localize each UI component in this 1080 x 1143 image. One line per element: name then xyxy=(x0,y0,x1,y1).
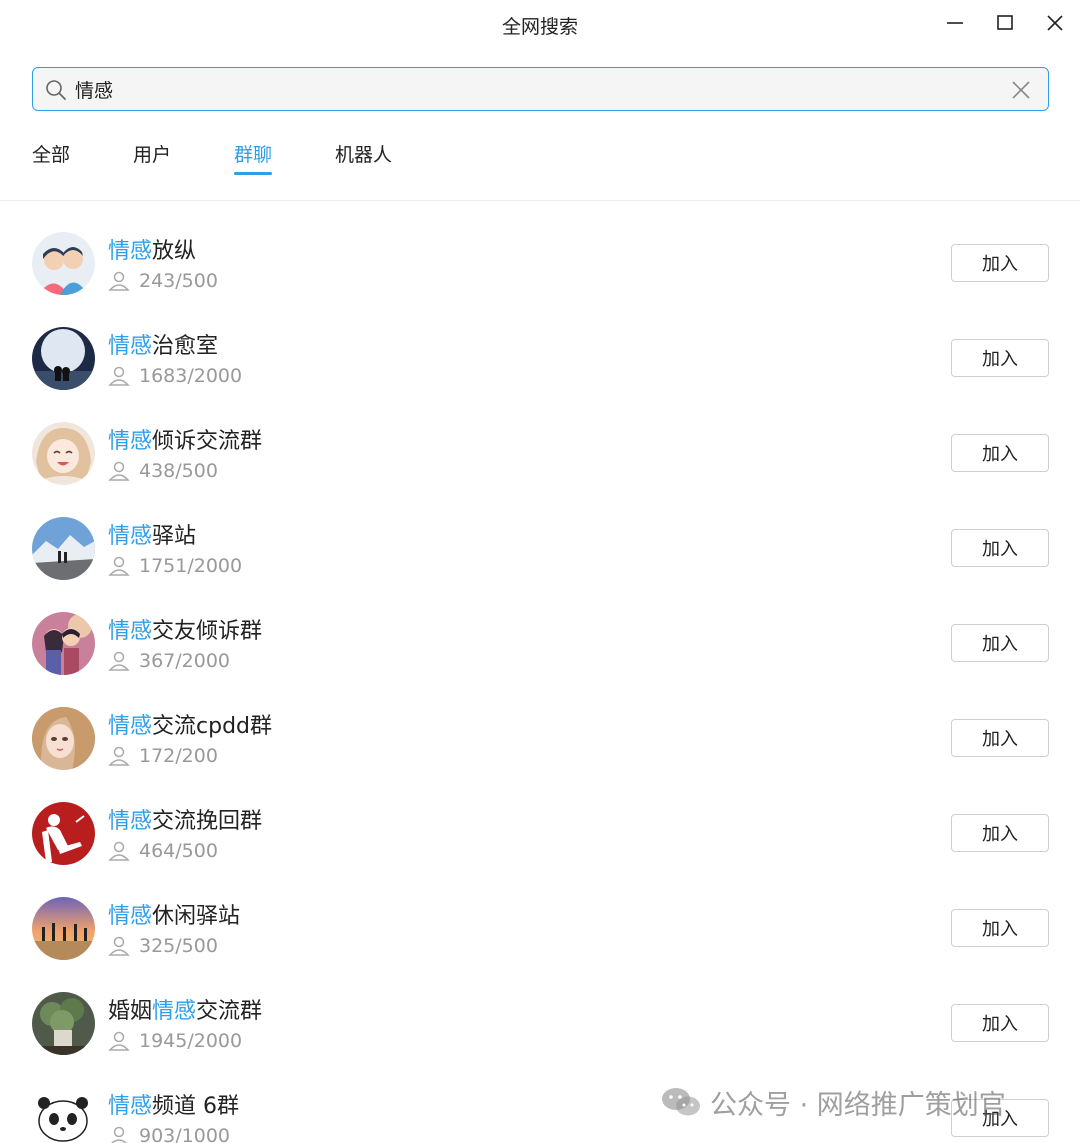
search-box xyxy=(32,67,1049,111)
list-item[interactable]: 情感交流cpdd群 172/200 加入 xyxy=(0,694,1080,789)
group-name: 情感放纵 xyxy=(108,239,197,264)
person-icon xyxy=(108,271,130,291)
member-count: 438/500 xyxy=(108,459,218,483)
member-count: 1751/2000 xyxy=(108,554,242,578)
tab-users[interactable]: 用户 xyxy=(133,140,171,167)
search-input[interactable] xyxy=(75,74,1005,104)
group-name: 情感频道 6群 xyxy=(108,1094,240,1119)
group-name: 情感交友倾诉群 xyxy=(108,619,263,644)
group-avatar xyxy=(32,1087,95,1143)
list-item[interactable]: 情感交流挽回群 464/500 加入 xyxy=(0,789,1080,884)
group-name: 情感驿站 xyxy=(108,524,197,549)
join-button[interactable]: 加入 xyxy=(951,624,1049,662)
minimize-button[interactable] xyxy=(938,8,972,38)
member-count: 1683/2000 xyxy=(108,364,242,388)
person-icon xyxy=(108,841,130,861)
list-item[interactable]: 情感倾诉交流群 438/500 加入 xyxy=(0,409,1080,504)
join-button[interactable]: 加入 xyxy=(951,244,1049,282)
group-name: 婚姻情感交流群 xyxy=(108,999,263,1024)
divider xyxy=(0,200,1080,201)
person-icon xyxy=(108,1031,130,1051)
search-icon xyxy=(46,80,66,100)
group-name: 情感交流cpdd群 xyxy=(108,714,273,739)
group-avatar xyxy=(32,897,95,960)
list-item[interactable]: 情感驿站 1751/2000 加入 xyxy=(0,504,1080,599)
group-avatar xyxy=(32,802,95,865)
group-avatar xyxy=(32,327,95,390)
group-name: 情感治愈室 xyxy=(108,334,219,359)
group-avatar xyxy=(32,992,95,1055)
wechat-icon xyxy=(662,1088,700,1116)
minimize-icon xyxy=(947,22,963,24)
list-item[interactable]: 情感交友倾诉群 367/2000 加入 xyxy=(0,599,1080,694)
member-count: 243/500 xyxy=(108,269,218,293)
active-tab-indicator xyxy=(234,172,272,175)
clear-icon[interactable] xyxy=(1010,79,1032,101)
join-button[interactable]: 加入 xyxy=(951,339,1049,377)
maximize-button[interactable] xyxy=(988,8,1022,38)
member-count: 903/1000 xyxy=(108,1124,230,1143)
group-avatar xyxy=(32,422,95,485)
join-button[interactable]: 加入 xyxy=(951,529,1049,567)
group-avatar xyxy=(32,612,95,675)
close-button[interactable] xyxy=(1038,8,1072,38)
join-button[interactable]: 加入 xyxy=(951,719,1049,757)
join-button[interactable]: 加入 xyxy=(951,814,1049,852)
member-count: 367/2000 xyxy=(108,649,230,673)
person-icon xyxy=(108,936,130,956)
group-name: 情感交流挽回群 xyxy=(108,809,263,834)
member-count: 325/500 xyxy=(108,934,218,958)
tab-bots[interactable]: 机器人 xyxy=(335,140,392,167)
list-item[interactable]: 婚姻情感交流群 1945/2000 加入 xyxy=(0,979,1080,1074)
group-name: 情感倾诉交流群 xyxy=(108,429,263,454)
member-count: 1945/2000 xyxy=(108,1029,242,1053)
group-avatar xyxy=(32,517,95,580)
window-title: 全网搜索 xyxy=(501,16,578,38)
tab-all[interactable]: 全部 xyxy=(32,140,70,167)
group-name: 情感休闲驿站 xyxy=(108,904,241,929)
join-button[interactable]: 加入 xyxy=(951,1004,1049,1042)
watermark: 公众号 · 网络推广策划官 xyxy=(660,1082,1006,1122)
person-icon xyxy=(110,1126,128,1143)
person-icon xyxy=(108,461,130,481)
member-count: 172/200 xyxy=(108,744,218,768)
close-icon xyxy=(1047,15,1063,31)
list-item[interactable]: 情感放纵 243/500 加入 xyxy=(0,219,1080,314)
watermark-text: 公众号 · 网络推广策划官 xyxy=(710,1089,1006,1121)
join-button[interactable]: 加入 xyxy=(951,434,1049,472)
person-icon xyxy=(108,746,130,766)
person-icon xyxy=(108,556,130,576)
title-bar: 全网搜索 xyxy=(0,0,1080,50)
join-button[interactable]: 加入 xyxy=(951,909,1049,947)
maximize-icon xyxy=(997,15,1013,30)
list-item[interactable]: 情感休闲驿站 325/500 加入 xyxy=(0,884,1080,979)
group-avatar xyxy=(32,707,95,770)
person-icon xyxy=(108,651,130,671)
member-count: 464/500 xyxy=(108,839,218,863)
group-avatar xyxy=(32,232,95,295)
person-icon xyxy=(108,366,130,386)
tab-groups[interactable]: 群聊 xyxy=(234,140,272,167)
list-item[interactable]: 情感治愈室 1683/2000 加入 xyxy=(0,314,1080,409)
